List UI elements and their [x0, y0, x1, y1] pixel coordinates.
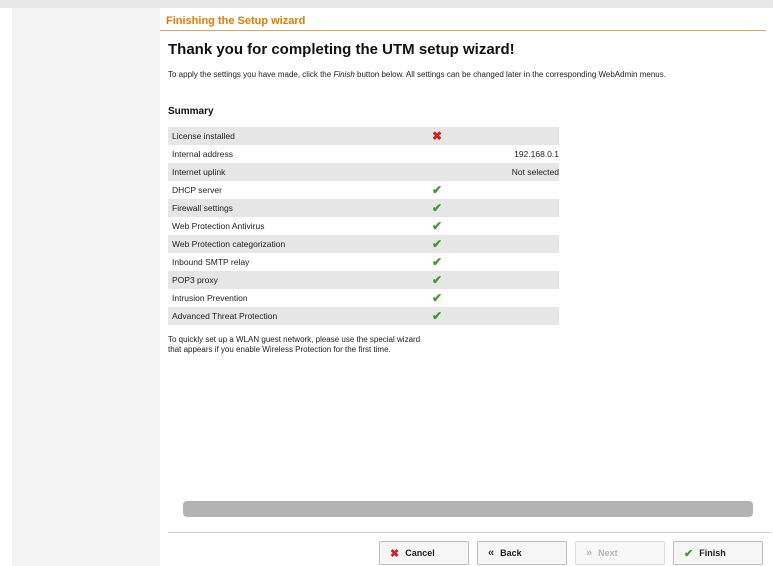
- table-row: License installed ✖: [168, 127, 559, 145]
- cross-icon: ✖: [432, 129, 443, 143]
- finish-button[interactable]: ✔ Finish: [673, 541, 763, 565]
- check-icon: ✔: [432, 201, 443, 215]
- progress-bar: [183, 501, 753, 517]
- table-row: POP3 proxy ✔: [168, 271, 559, 289]
- row-value: 192.168.0.1: [514, 149, 559, 159]
- check-icon: ✔: [432, 219, 443, 233]
- double-chevron-left-icon: «: [488, 547, 495, 559]
- footer-divider: [168, 532, 771, 533]
- row-label: Internal address: [172, 149, 233, 159]
- close-icon: ✖: [390, 547, 400, 560]
- check-icon: ✔: [432, 183, 443, 197]
- wizard-main: Finishing the Setup wizard Thank you for…: [160, 8, 773, 566]
- table-row: Web Protection categorization ✔: [168, 235, 559, 253]
- check-icon: ✔: [432, 291, 443, 305]
- wlan-note: To quickly set up a WLAN guest network, …: [168, 335, 421, 354]
- row-value: [472, 127, 559, 145]
- next-button[interactable]: » Next: [575, 541, 665, 565]
- summary-table: License installed ✖ Internal address 192.1…: [168, 127, 559, 325]
- table-row: Advanced Threat Protection ✔: [168, 307, 559, 325]
- left-panel: [12, 8, 160, 566]
- table-row: Inbound SMTP relay ✔: [168, 253, 559, 271]
- table-row: Internal address 192.168.0.1: [168, 145, 559, 163]
- row-label: POP3 proxy: [172, 275, 218, 285]
- check-icon: ✔: [432, 309, 443, 323]
- table-row: Intrusion Prevention ✔: [168, 289, 559, 307]
- back-button[interactable]: « Back: [477, 541, 567, 565]
- row-value: Not selected: [511, 167, 559, 177]
- left-edge: [0, 8, 12, 566]
- table-row: DHCP server ✔: [168, 181, 559, 199]
- row-label: Inbound SMTP relay: [172, 257, 250, 267]
- check-icon: ✔: [432, 237, 443, 251]
- row-label: Firewall settings: [172, 203, 233, 213]
- check-icon: ✔: [684, 547, 694, 560]
- table-row: Internet uplink Not selected: [168, 163, 559, 181]
- row-label: Web Protection Antivirus: [172, 221, 265, 231]
- table-row: Web Protection Antivirus ✔: [168, 217, 559, 235]
- row-label: Internet uplink: [172, 167, 226, 177]
- row-label: License installed: [172, 131, 235, 141]
- top-band: [0, 0, 773, 8]
- double-chevron-right-icon: »: [586, 547, 593, 559]
- table-row: Firewall settings ✔: [168, 199, 559, 217]
- summary-title: Summary: [168, 106, 214, 117]
- row-label: Web Protection categorization: [172, 239, 286, 249]
- row-label: Intrusion Prevention: [172, 293, 248, 303]
- row-label: Advanced Threat Protection: [172, 311, 278, 321]
- check-icon: ✔: [432, 273, 443, 287]
- wizard-header: Finishing the Setup wizard: [160, 13, 766, 31]
- page-title: Thank you for completing the UTM setup w…: [168, 41, 515, 58]
- cancel-button[interactable]: ✖ Cancel: [379, 541, 469, 565]
- check-icon: ✔: [432, 255, 443, 269]
- intro-text: To apply the settings you have made, cli…: [168, 70, 666, 79]
- row-label: DHCP server: [172, 185, 222, 195]
